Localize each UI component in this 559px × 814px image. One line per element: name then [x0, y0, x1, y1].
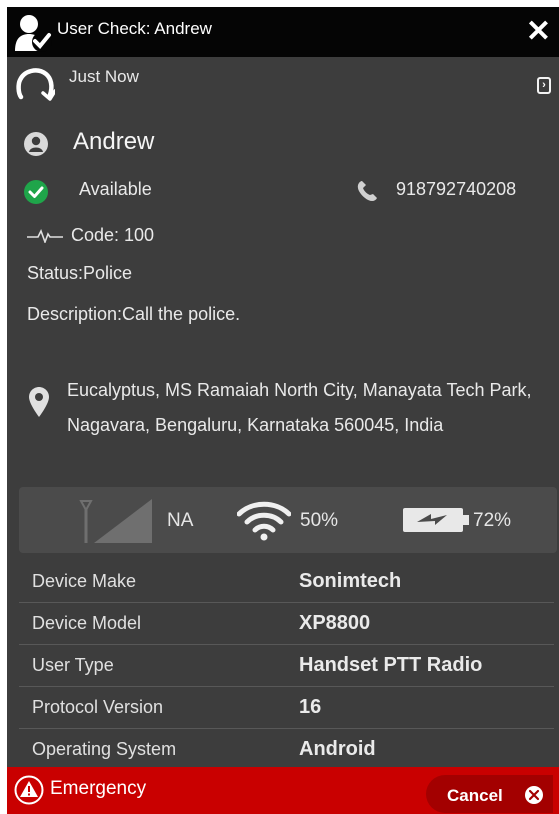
detail-label: Device Model	[32, 613, 142, 633]
antenna-icon	[74, 499, 152, 548]
location-address: Eucalyptus, MS Ramaiah North City, Manay…	[67, 380, 532, 435]
emergency-label: Emergency	[50, 778, 147, 799]
detail-label: Device Make	[32, 571, 137, 591]
last-update-time: Just Now	[69, 67, 139, 86]
status-text: Status:Police	[27, 263, 133, 283]
wifi-signal-value: 50%	[300, 510, 339, 531]
available-check-icon	[24, 180, 48, 209]
phone-number[interactable]: 918792740208	[396, 179, 516, 200]
cellular-signal-value: NA	[167, 510, 194, 531]
detail-label: Operating System	[32, 739, 177, 759]
refresh-icon[interactable]	[15, 64, 57, 109]
title-bar: User Check: Andrew ✕	[7, 7, 559, 57]
detail-label: Protocol Version	[32, 697, 164, 717]
phone-icon[interactable]	[355, 179, 379, 208]
avatar-icon	[24, 132, 48, 161]
detail-row: Operating System Android	[19, 729, 554, 770]
dialog-title: User Check: Andrew	[57, 19, 212, 38]
detail-value: Handset PTT Radio	[299, 654, 483, 676]
user-check-icon	[12, 14, 54, 57]
device-details-table: Device Make Sonimtech Device Model XP880…	[19, 561, 554, 770]
detail-value: Android	[299, 738, 376, 760]
availability-status: Available	[79, 179, 152, 199]
user-name: Andrew	[73, 128, 155, 155]
detail-row: Protocol Version 16	[19, 687, 554, 729]
detail-row: Device Make Sonimtech	[19, 561, 554, 603]
location-pin-icon	[29, 387, 49, 422]
close-icon[interactable]: ✕	[526, 15, 551, 49]
battery-charging-icon	[403, 508, 469, 537]
cancel-label: Cancel	[447, 786, 503, 805]
status-code: Code: 100	[71, 225, 155, 245]
detail-value: Sonimtech	[299, 570, 402, 592]
expand-icon[interactable]: ›	[537, 77, 551, 94]
detail-label: User Type	[32, 655, 114, 675]
status-description: Description:Call the police.	[27, 304, 241, 324]
detail-row: User Type Handset PTT Radio	[19, 645, 554, 687]
warning-icon	[14, 775, 44, 810]
device-signal-bar: NA 50% 72%	[19, 487, 557, 553]
wifi-icon	[236, 501, 292, 546]
cancel-emergency-button[interactable]: Cancel	[426, 775, 553, 813]
detail-value: 16	[299, 696, 322, 718]
user-check-panel: User Check: Andrew ✕ Just Now › Andrew A…	[7, 7, 559, 814]
detail-value: XP8800	[299, 612, 371, 634]
cancel-x-icon	[525, 786, 543, 809]
detail-row: Device Model XP8800	[19, 603, 554, 645]
pulse-icon	[27, 228, 63, 248]
battery-level-value: 72%	[473, 510, 512, 531]
emergency-bar: Emergency Cancel	[7, 767, 559, 814]
